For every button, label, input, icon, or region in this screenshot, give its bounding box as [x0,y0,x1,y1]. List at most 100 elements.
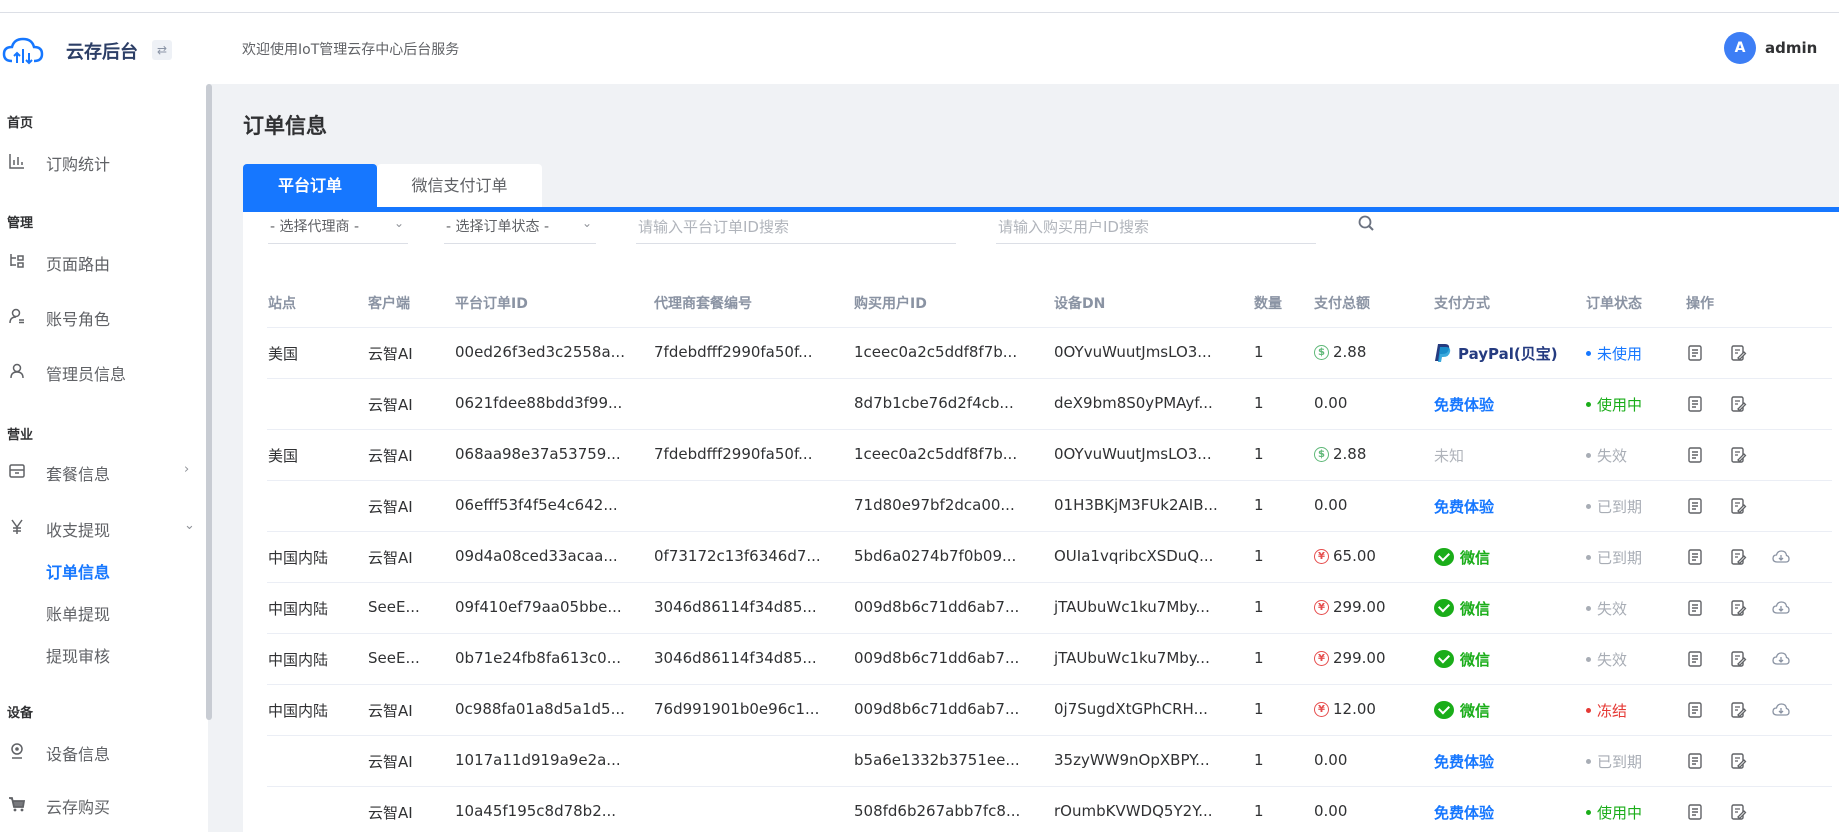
cell-order-id: 09d4a08ced33acaa... [455,547,618,565]
sidebar-item-label: 云存购买 [46,798,111,817]
cell-qty: 1 [1254,751,1264,769]
yen-coin-icon: ¥ [1314,701,1329,717]
tab-wechat-pay-orders[interactable]: 微信支付订单 [377,164,542,208]
sidebar-group-home: 首页 [7,116,34,131]
user-icon [10,363,24,379]
cell-order-id: 00ed26f3ed3c2558a... [455,343,625,361]
amount-value: 0.00 [1314,394,1348,412]
view-detail-icon[interactable] [1686,650,1704,668]
view-detail-icon[interactable] [1686,395,1704,413]
edit-order-icon[interactable] [1729,752,1747,770]
sidebar-item-package-info[interactable]: 套餐信息 › [0,456,204,486]
column-header: 操作 [1686,296,1714,312]
user-id-search-input[interactable] [996,212,1316,242]
sidebar-item-account-role[interactable]: 账号角色 [0,301,204,331]
status-dot-icon [1586,453,1591,458]
edit-order-icon[interactable] [1729,344,1747,362]
cell-order-id: 0b71e24fb8fa613c0... [455,649,622,667]
edit-order-icon[interactable] [1729,395,1747,413]
cell-order-id: 1017a11d919a9e2a... [455,751,621,769]
sidebar-scrollbar[interactable] [206,84,212,720]
sidebar-item-order-stats[interactable]: 订购统计 [0,146,204,176]
edit-order-icon[interactable] [1729,446,1747,464]
table-row: 云智AI 10a45f195c8d78b2... 508fd6b267abb7fc8… [267,786,1832,832]
cloud-download-icon[interactable] [1772,650,1790,668]
cloud-download-icon[interactable] [1772,599,1790,617]
cell-site: 美国 [268,345,299,363]
sidebar-sub-order-info[interactable]: 订单信息 [46,559,110,583]
view-detail-icon[interactable] [1686,446,1704,464]
sidebar-item-income-withdraw[interactable]: 收支提现 ⌄ [0,512,204,542]
edit-order-icon[interactable] [1729,497,1747,515]
cell-qty: 1 [1254,394,1264,412]
status-badge: 已到期 [1586,496,1642,517]
table-row: 美国 云智AI 00ed26f3ed3c2558a... 7fdebdfff2990f… [267,327,1832,378]
column-header: 支付方式 [1434,296,1490,312]
view-detail-icon[interactable] [1686,701,1704,719]
view-detail-icon[interactable] [1686,803,1704,821]
cell-site: 美国 [268,447,299,465]
amount-value: 2.88 [1333,343,1367,361]
cell-qty: 1 [1254,649,1264,667]
cell-package-no: 0f73172c13f6346d7... [654,547,821,565]
tab-platform-orders[interactable]: 平台订单 [243,164,377,208]
yen-coin-icon: ¥ [1314,599,1329,615]
edit-order-icon[interactable] [1729,803,1747,821]
sidebar-collapse-button[interactable]: ⇄ [152,40,172,60]
sidebar-group-business: 营业 [7,428,34,443]
chevron-down-icon: ⌄ [581,216,592,230]
status-badge: 使用中 [1586,802,1642,823]
cell-site: 中国内陆 [268,600,329,618]
cell-client: SeeE... [368,649,420,667]
view-detail-icon[interactable] [1686,599,1704,617]
browser-bookmark-bar [0,0,1839,13]
sidebar-item-label: 订购统计 [46,155,111,174]
sidebar-item-device-info[interactable]: 设备信息 [0,736,204,766]
cell-package-no: 7fdebdfff2990fa50f... [654,343,813,361]
sidebar-item-cloud-purchase[interactable]: 云存购买 [0,789,204,819]
chevron-right-icon: › [184,462,190,477]
view-detail-icon[interactable] [1686,344,1704,362]
status-dot-icon [1586,351,1591,356]
avatar[interactable]: A [1724,32,1756,64]
sidebar-sub-withdraw-review[interactable]: 提现审核 [46,643,110,667]
sidebar-item-page-route[interactable]: 页面路由 [0,246,204,276]
paypal-icon [1435,344,1451,362]
status-badge: 冻结 [1586,700,1627,721]
view-detail-icon[interactable] [1686,497,1704,515]
edit-order-icon[interactable] [1729,650,1747,668]
sidebar-item-admin-info[interactable]: 管理员信息 [0,356,204,386]
amount-value: 299.00 [1333,649,1386,667]
agent-select[interactable]: - 选择代理商 - ⌄ [268,212,408,244]
column-header: 支付总额 [1314,296,1370,312]
edit-order-icon[interactable] [1729,701,1747,719]
cell-amount: 0.00 [1314,751,1347,769]
cell-amount: $2.88 [1314,445,1366,463]
status-label: 失效 [1597,651,1628,669]
sidebar-group-manage: 管理 [7,216,34,231]
cloud-download-icon[interactable] [1772,548,1790,566]
cell-qty: 1 [1254,700,1264,718]
cell-client: 云智AI [368,804,413,822]
cell-qty: 1 [1254,445,1264,463]
top-header: 云存后台 ⇄ 欢迎使用IoT管理云存中心后台服务 A admin [0,13,1839,84]
chevron-down-icon: ⌄ [393,216,404,230]
sidebar-sub-bill-withdraw[interactable]: 账单提现 [46,601,110,625]
route-icon [10,254,24,268]
cell-user-id: 508fd6b267abb7fc8... [854,802,1021,820]
user-name[interactable]: admin [1765,39,1817,57]
order-id-search-input[interactable] [636,212,956,242]
cell-device-dn: 0OYvuWuutJmsLO3... [1054,343,1212,361]
view-detail-icon[interactable] [1686,548,1704,566]
edit-order-icon[interactable] [1729,599,1747,617]
cloud-download-icon[interactable] [1772,701,1790,719]
status-badge: 使用中 [1586,394,1642,415]
cell-amount: ¥299.00 [1314,649,1386,667]
cell-device-dn: deX9bm8S0yPMAyf... [1054,394,1213,412]
cell-amount: 0.00 [1314,496,1347,514]
edit-order-icon[interactable] [1729,548,1747,566]
cell-qty: 1 [1254,598,1264,616]
view-detail-icon[interactable] [1686,752,1704,770]
search-icon[interactable] [1356,213,1378,235]
order-status-select[interactable]: - 选择订单状态 - ⌄ [444,212,596,244]
